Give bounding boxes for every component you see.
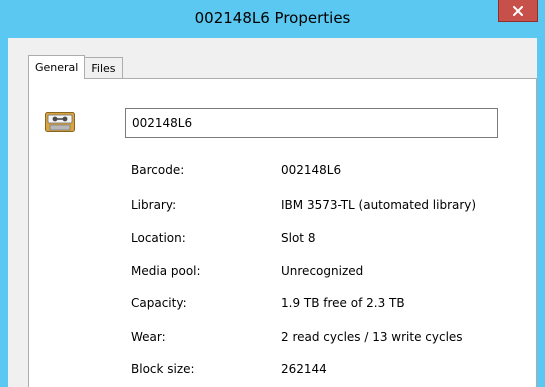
library-value: IBM 3573-TL (automated library) xyxy=(281,198,477,212)
property-media-pool: Media pool: Unrecognized xyxy=(131,261,531,281)
block-size-value: 262144 xyxy=(281,362,327,376)
property-capacity: Capacity: 1.9 TB free of 2.3 TB xyxy=(131,293,531,313)
tab-general[interactable]: General xyxy=(28,55,86,79)
window-title: 002148L6 Properties xyxy=(194,9,351,27)
tab-general-label: General xyxy=(35,60,79,74)
title-bar[interactable]: 002148L6 Properties xyxy=(0,0,545,38)
tab-files-label: Files xyxy=(91,61,116,75)
wear-value: 2 read cycles / 13 write cycles xyxy=(281,330,463,344)
tab-strip: General Files xyxy=(28,54,123,79)
property-block-size: Block size: 262144 xyxy=(131,359,531,379)
media-pool-label: Media pool: xyxy=(131,264,201,278)
capacity-value: 1.9 TB free of 2.3 TB xyxy=(281,296,405,310)
close-icon xyxy=(513,5,523,16)
capacity-label: Capacity: xyxy=(131,296,187,310)
tab-files[interactable]: Files xyxy=(85,57,123,78)
tape-cartridge-icon xyxy=(45,112,75,132)
property-location: Location: Slot 8 xyxy=(131,228,531,248)
media-name-field[interactable] xyxy=(125,108,498,138)
wear-label: Wear: xyxy=(131,330,166,344)
property-wear: Wear: 2 read cycles / 13 write cycles xyxy=(131,327,531,347)
media-pool-value: Unrecognized xyxy=(281,264,364,278)
property-library: Library: IBM 3573-TL (automated library) xyxy=(131,195,531,215)
location-label: Location: xyxy=(131,231,186,245)
block-size-label: Block size: xyxy=(131,362,195,376)
library-label: Library: xyxy=(131,198,177,212)
close-button[interactable] xyxy=(498,0,538,22)
barcode-label: Barcode: xyxy=(131,163,185,177)
location-value: Slot 8 xyxy=(281,231,316,245)
property-barcode: Barcode: 002148L6 xyxy=(131,160,531,180)
properties-window: 002148L6 Properties General Files 002148… xyxy=(0,0,545,387)
barcode-value: 002148L6 xyxy=(281,163,342,177)
